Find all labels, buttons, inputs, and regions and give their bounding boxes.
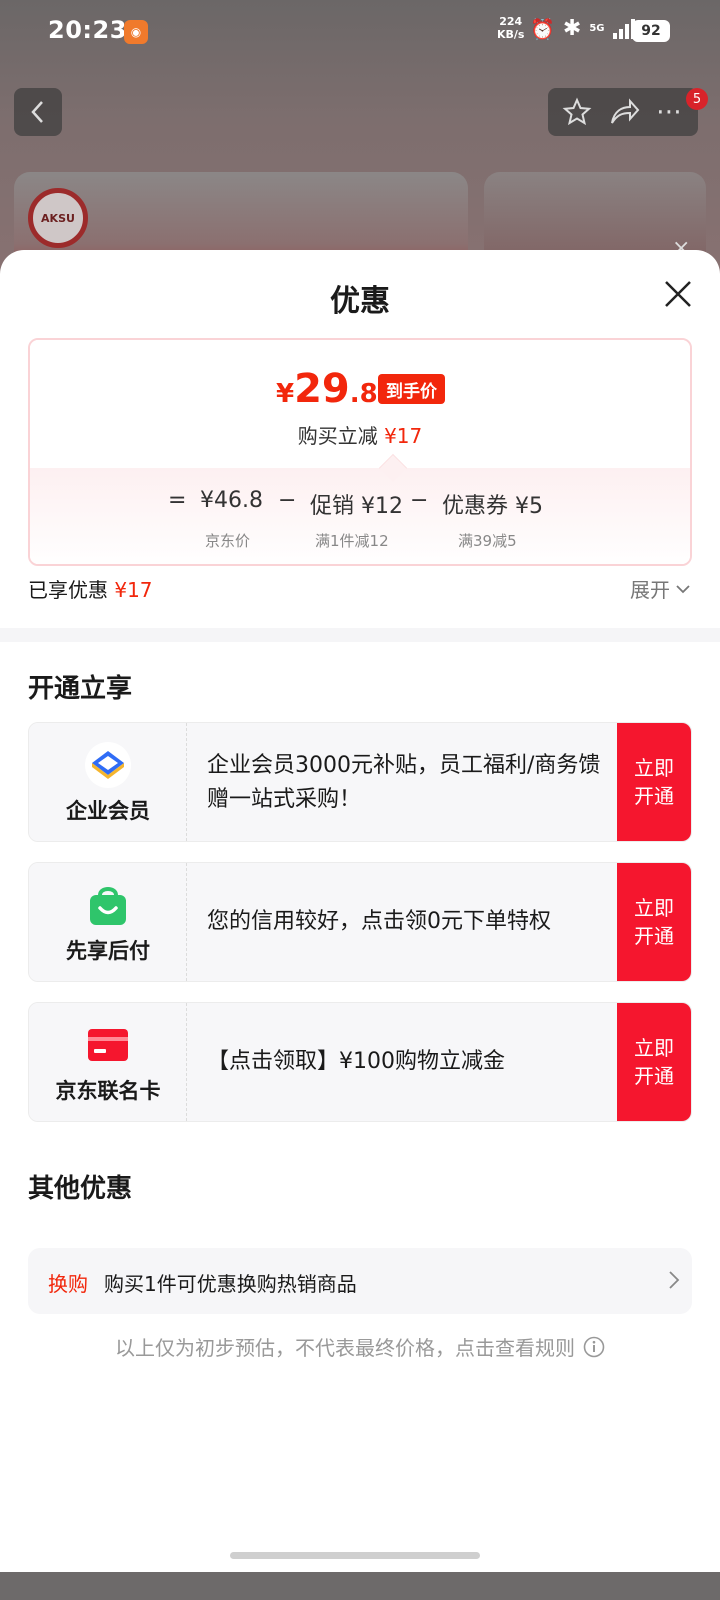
top-actions: ⋯ [548, 88, 698, 136]
final-price-decimal: .8 [349, 379, 378, 409]
sheet-title: 优惠 [330, 284, 390, 319]
calc-minus-1: − [278, 488, 297, 513]
chevron-down-icon [676, 584, 690, 593]
notification-app-icon: ◉ [124, 20, 148, 44]
savings-label: 购买立减 [297, 424, 378, 448]
exchange-offer-row[interactable]: 换购 购买1件可优惠换购热销商品 [28, 1248, 692, 1314]
brand-logo: AKSU [28, 188, 88, 248]
open-card-name: 京东联名卡 [55, 1079, 161, 1103]
close-icon[interactable] [660, 276, 696, 312]
open-card-enterprise[interactable]: 企业会员 企业会员3000元补贴，员工福利/商务馈赠一站式采购！ 立即开通 [28, 722, 692, 842]
savings-line: 购买立减 ¥17 [30, 420, 690, 449]
enjoyed-discount: 已享优惠 ¥17 [28, 574, 153, 603]
info-icon[interactable] [583, 1336, 605, 1358]
open-card-left: 企业会员 [29, 723, 187, 841]
discount-sheet: 优惠 ¥ 29 .8 到手价 购买立减 ¥17 = ¥46.8 − 促销 ¥12… [0, 250, 720, 1572]
more-icon[interactable]: ⋯ [656, 97, 684, 127]
alarm-icon: ⏰ [530, 16, 555, 41]
open-now-button[interactable]: 立即开通 [617, 723, 691, 841]
section-divider [0, 628, 720, 642]
final-price-tag: 到手价 [378, 374, 445, 404]
system-nav-bar [0, 1572, 720, 1600]
exchange-tag: 换购 [48, 1272, 88, 1296]
calc-equals: = [168, 488, 187, 513]
expand-label: 展开 [630, 578, 670, 602]
open-now-button[interactable]: 立即开通 [617, 1003, 691, 1121]
calc-coupon-label: 满39减5 [458, 532, 517, 550]
network-type: 5G [589, 22, 605, 34]
co-branded-card-icon [88, 1029, 128, 1061]
calc-coupon: 优惠券 ¥5 [442, 494, 543, 519]
network-speed-value: 224 [499, 15, 523, 28]
price-breakdown-card: ¥ 29 .8 到手价 购买立减 ¥17 = ¥46.8 − 促销 ¥12 − … [28, 338, 692, 566]
open-card-desc: 企业会员3000元补贴，员工福利/商务馈赠一站式采购！ [207, 753, 601, 812]
calc-row: = ¥46.8 − 促销 ¥12 − 优惠券 ¥5 [30, 488, 690, 522]
status-icons: ⏰ ✱ 5G [530, 16, 635, 41]
chevron-left-icon [31, 101, 43, 123]
open-card-pay-later[interactable]: 先享后付 您的信用较好，点击领0元下单特权 立即开通 [28, 862, 692, 982]
price-calculation: = ¥46.8 − 促销 ¥12 − 优惠券 ¥5 京东价 满1件减12 满39… [30, 468, 690, 564]
calc-base-label: 京东价 [205, 532, 251, 550]
footnote-text: 以上仅为初步预估，不代表最终价格，点击查看规则 [115, 1336, 575, 1360]
status-bar: 20:23 ◉ 224 KB/s ⏰ ✱ 5G 92 [0, 0, 720, 64]
open-card-name: 先享后付 [66, 939, 150, 963]
home-indicator[interactable] [230, 1552, 480, 1559]
final-price: ¥ 29 .8 [276, 366, 378, 412]
calc-minus-2: − [410, 488, 429, 513]
enterprise-member-icon [85, 742, 131, 788]
battery-icon: 92 [632, 20, 670, 42]
network-speed: 224 KB/s [497, 15, 524, 41]
network-speed-unit: KB/s [497, 28, 525, 41]
open-section-title: 开通立享 [28, 674, 133, 704]
calc-promo-label: 满1件减12 [315, 532, 389, 550]
back-button[interactable] [14, 88, 62, 136]
expand-button[interactable]: 展开 [630, 574, 690, 603]
enjoyed-label: 已享优惠 [28, 578, 108, 602]
enjoyed-amount: ¥17 [114, 578, 153, 602]
bluetooth-icon: ✱ [562, 16, 582, 41]
rules-footnote[interactable]: 以上仅为初步预估，不代表最终价格，点击查看规则 [0, 1332, 720, 1361]
exchange-text: 购买1件可优惠换购热销商品 [104, 1272, 357, 1296]
open-card-desc: 【点击领取】¥100购物立减金 [207, 1049, 505, 1074]
calc-base-price: ¥46.8 [200, 488, 263, 513]
open-card-desc: 您的信用较好，点击领0元下单特权 [207, 909, 551, 934]
status-time: 20:23 [48, 16, 127, 44]
cart-badge: 5 [686, 88, 708, 110]
final-price-currency: ¥ [276, 379, 295, 409]
other-section-title: 其他优惠 [28, 1174, 133, 1204]
savings-amount: ¥17 [384, 424, 423, 448]
chevron-right-icon [669, 1271, 680, 1289]
open-now-button[interactable]: 立即开通 [617, 863, 691, 981]
final-price-integer: 29 [294, 366, 350, 412]
pay-later-bag-icon [90, 887, 126, 925]
star-icon[interactable] [562, 97, 592, 127]
open-card-co-branded[interactable]: 京东联名卡 【点击领取】¥100购物立减金 立即开通 [28, 1002, 692, 1122]
open-card-left: 京东联名卡 [29, 1003, 187, 1121]
final-price-area: ¥ 29 .8 到手价 购买立减 ¥17 [30, 340, 690, 468]
open-card-name: 企业会员 [66, 799, 150, 823]
open-card-left: 先享后付 [29, 863, 187, 981]
share-icon[interactable] [608, 97, 640, 127]
calc-promo: 促销 ¥12 [310, 494, 403, 519]
